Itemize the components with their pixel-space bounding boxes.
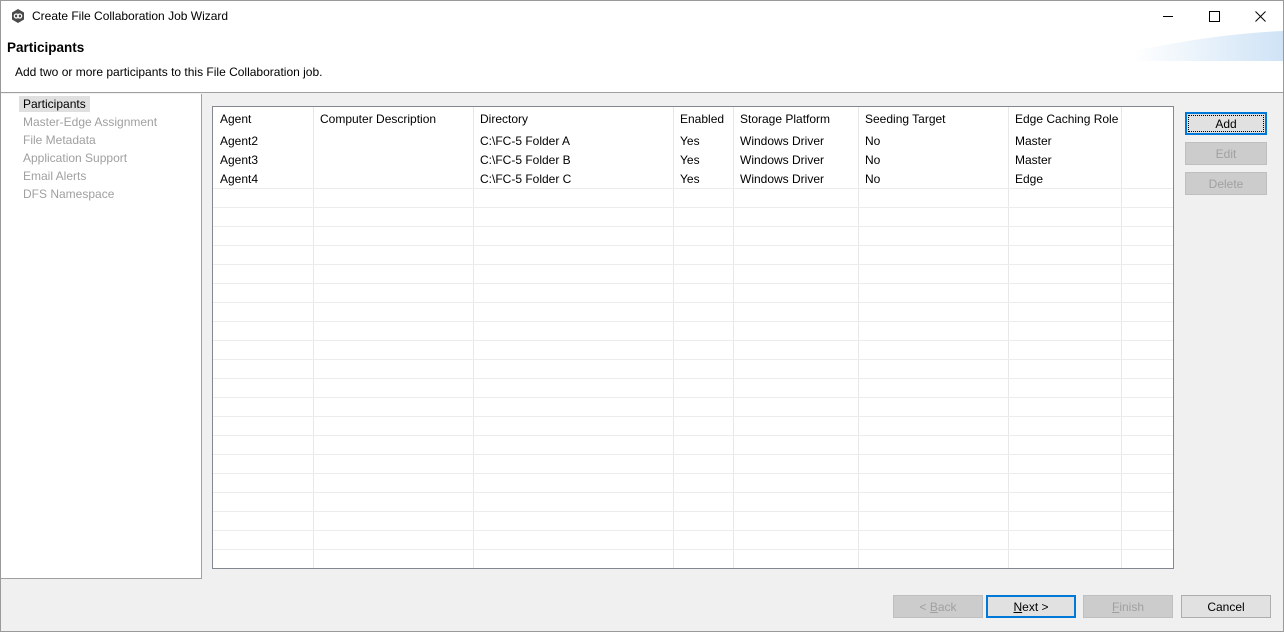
wizard-window: Create File Collaboration Job Wizard Par… [0, 0, 1284, 632]
row-gridline [213, 264, 1173, 265]
column-header-enabled[interactable]: Enabled [680, 110, 724, 128]
nav-item-participants[interactable]: Participants [19, 96, 90, 112]
row-gridline [213, 340, 1173, 341]
nav-item-master-edge-assignment[interactable]: Master-Edge Assignment [19, 114, 161, 130]
nav-item-application-support[interactable]: Application Support [19, 150, 131, 166]
page-subtitle: Add two or more participants to this Fil… [15, 65, 323, 79]
maximize-icon [1208, 10, 1220, 22]
close-button[interactable] [1237, 1, 1283, 31]
back-button-mnemonic: B [929, 599, 938, 614]
table-cell[interactable]: Master [1015, 151, 1052, 169]
table-cell[interactable]: C:\FC-5 Folder C [480, 170, 571, 188]
table-cell[interactable]: Agent3 [220, 151, 258, 169]
row-gridline [213, 416, 1173, 417]
window-title: Create File Collaboration Job Wizard [32, 9, 229, 23]
row-gridline [213, 188, 1173, 189]
row-gridline [213, 492, 1173, 493]
table-cell[interactable]: Master [1015, 132, 1052, 150]
column-header-edge-caching-role[interactable]: Edge Caching Role [1015, 110, 1118, 128]
content-area: Agent Computer Description Directory Ena… [203, 94, 1283, 579]
next-button-mnemonic: N [1013, 599, 1023, 614]
close-icon [1254, 10, 1266, 22]
table-cell[interactable]: Agent2 [220, 132, 258, 150]
minimize-button[interactable] [1145, 1, 1191, 31]
column-separator[interactable] [858, 107, 859, 568]
table-cell[interactable]: No [865, 151, 880, 169]
back-button-label: ack [937, 599, 957, 614]
row-gridline [213, 378, 1173, 379]
column-header-directory[interactable]: Directory [480, 110, 528, 128]
column-separator[interactable] [313, 107, 314, 568]
table-cell[interactable]: Edge [1015, 170, 1043, 188]
table-cell[interactable]: Yes [680, 132, 700, 150]
column-separator[interactable] [733, 107, 734, 568]
row-gridline [213, 283, 1173, 284]
cancel-button[interactable]: Cancel [1181, 595, 1271, 618]
app-icon [10, 8, 26, 24]
row-gridline [213, 226, 1173, 227]
finish-button-mnemonic: F [1111, 599, 1120, 614]
add-button[interactable]: Add [1185, 112, 1267, 135]
row-gridline [213, 511, 1173, 512]
maximize-button[interactable] [1191, 1, 1237, 31]
column-separator[interactable] [673, 107, 674, 568]
delete-button[interactable]: Delete [1185, 172, 1267, 195]
column-header-seeding-target[interactable]: Seeding Target [865, 110, 946, 128]
finish-button-label: inish [1119, 599, 1145, 614]
row-gridline [213, 397, 1173, 398]
table-cell[interactable]: Windows Driver [740, 151, 824, 169]
table-cell[interactable]: Windows Driver [740, 170, 824, 188]
row-gridline [213, 568, 1173, 569]
column-header-computer-description[interactable]: Computer Description [320, 110, 436, 128]
table-cell[interactable]: Agent4 [220, 170, 258, 188]
row-gridline [213, 435, 1173, 436]
table-cell[interactable]: No [865, 170, 880, 188]
row-gridline [213, 321, 1173, 322]
wizard-step-nav: Participants Master-Edge Assignment File… [1, 94, 202, 579]
table-cell[interactable]: Yes [680, 170, 700, 188]
table-cell[interactable]: C:\FC-5 Folder B [480, 151, 571, 169]
row-gridline [213, 359, 1173, 360]
column-header-storage-platform[interactable]: Storage Platform [740, 110, 830, 128]
row-gridline [213, 454, 1173, 455]
table-cell[interactable]: Yes [680, 151, 700, 169]
back-button-prefix: < [919, 599, 930, 614]
participants-table[interactable]: Agent Computer Description Directory Ena… [212, 106, 1174, 569]
column-separator [1121, 107, 1122, 568]
nav-item-dfs-namespace[interactable]: DFS Namespace [19, 186, 118, 202]
row-gridline [213, 207, 1173, 208]
column-separator[interactable] [1008, 107, 1009, 568]
column-separator[interactable] [473, 107, 474, 568]
next-button[interactable]: Next > [986, 595, 1076, 618]
row-gridline [213, 530, 1173, 531]
row-gridline [213, 549, 1173, 550]
wizard-header: Participants Add two or more participant… [1, 31, 1283, 93]
minimize-icon [1163, 16, 1173, 17]
back-button[interactable]: < Back [893, 595, 983, 618]
title-bar: Create File Collaboration Job Wizard [1, 1, 1283, 31]
finish-button[interactable]: Finish [1083, 595, 1173, 618]
table-cell[interactable]: No [865, 132, 880, 150]
next-button-label: ext > [1022, 599, 1049, 614]
header-banner-graphic [1133, 31, 1283, 61]
nav-item-email-alerts[interactable]: Email Alerts [19, 168, 90, 184]
page-title: Participants [7, 40, 85, 55]
table-cell[interactable]: Windows Driver [740, 132, 824, 150]
table-cell[interactable]: C:\FC-5 Folder A [480, 132, 570, 150]
column-header-agent[interactable]: Agent [220, 110, 251, 128]
row-gridline [213, 473, 1173, 474]
edit-button[interactable]: Edit [1185, 142, 1267, 165]
wizard-footer: < Back Next > Finish Cancel [1, 580, 1283, 631]
row-gridline [213, 245, 1173, 246]
row-gridline [213, 302, 1173, 303]
nav-item-file-metadata[interactable]: File Metadata [19, 132, 100, 148]
